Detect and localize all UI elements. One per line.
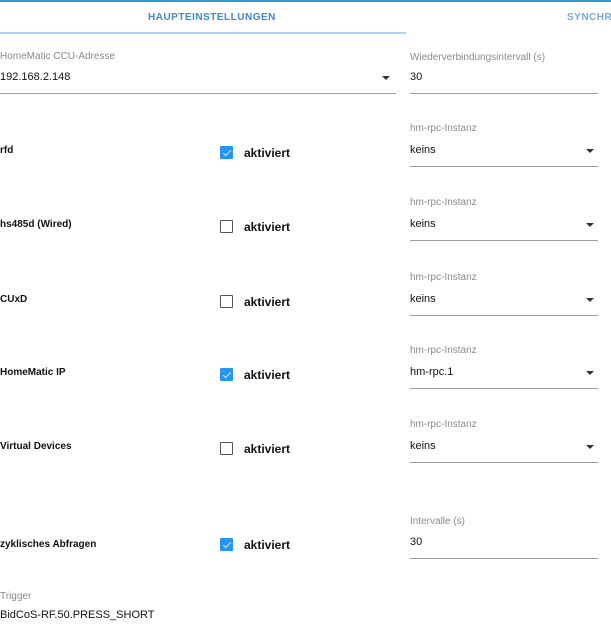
chevron-down-icon bbox=[586, 149, 594, 153]
chevron-down-icon bbox=[586, 445, 594, 449]
row-label: rfd bbox=[0, 145, 14, 156]
instance-select[interactable]: keins bbox=[410, 215, 598, 241]
reconnect-interval-value: 30 bbox=[410, 71, 423, 83]
reconnect-interval-input[interactable]: 30 bbox=[410, 68, 598, 94]
instance-value: keins bbox=[410, 293, 436, 305]
polling-label: zyklisches Abfragen bbox=[0, 539, 97, 550]
enable-checkbox-label: aktiviert bbox=[244, 146, 291, 160]
enable-checkbox[interactable] bbox=[220, 442, 233, 455]
instance-value: keins bbox=[410, 218, 436, 230]
polling-interval-label: Intervalle (s) bbox=[410, 516, 466, 527]
tab-synchro[interactable]: SYNCHRO bbox=[567, 12, 611, 23]
enable-checkbox[interactable] bbox=[220, 368, 233, 381]
tab-haupteinstellungen[interactable]: HAUPTEINSTELLUNGEN bbox=[148, 12, 276, 23]
instance-select[interactable]: keins bbox=[410, 437, 598, 463]
instance-select[interactable]: hm-rpc.1 bbox=[410, 363, 598, 389]
instance-label: hm-rpc-Instanz bbox=[410, 419, 477, 430]
ccu-address-label: HomeMatic CCU-Adresse bbox=[0, 51, 116, 62]
enable-checkbox-label: aktiviert bbox=[244, 368, 291, 382]
chevron-down-icon bbox=[586, 371, 594, 375]
instance-value: keins bbox=[410, 440, 436, 452]
chevron-down-icon bbox=[382, 76, 390, 80]
instance-label: hm-rpc-Instanz bbox=[410, 123, 477, 134]
instance-label: hm-rpc-Instanz bbox=[410, 345, 477, 356]
row-label: CUxD bbox=[0, 294, 28, 305]
instance-select[interactable]: keins bbox=[410, 290, 598, 316]
instance-select[interactable]: keins bbox=[410, 141, 598, 167]
instance-value: keins bbox=[410, 144, 436, 156]
reconnect-interval-label: Wiederverbindungsintervall (s) bbox=[410, 52, 546, 63]
trigger-value[interactable]: BidCoS-RF.50.PRESS_SHORT bbox=[0, 609, 154, 621]
instance-value: hm-rpc.1 bbox=[410, 366, 454, 378]
chevron-down-icon bbox=[586, 298, 594, 302]
row-label: HomeMatic IP bbox=[0, 367, 66, 378]
ccu-address-select[interactable]: 192.168.2.148 bbox=[0, 68, 396, 94]
enable-checkbox-label: aktiviert bbox=[244, 442, 291, 456]
polling-interval-input[interactable]: 30 bbox=[410, 533, 598, 559]
active-tab-indicator bbox=[0, 32, 406, 34]
trigger-label: Trigger bbox=[0, 591, 32, 602]
row-label: hs485d (Wired) bbox=[0, 219, 72, 230]
enable-checkbox[interactable] bbox=[220, 146, 233, 159]
polling-checkbox-label: aktiviert bbox=[244, 538, 291, 552]
instance-label: hm-rpc-Instanz bbox=[410, 272, 477, 283]
row-label: Virtual Devices bbox=[0, 441, 72, 452]
top-bar bbox=[0, 0, 611, 2]
ccu-address-value: 192.168.2.148 bbox=[0, 71, 71, 83]
enable-checkbox[interactable] bbox=[220, 220, 233, 233]
enable-checkbox[interactable] bbox=[220, 295, 233, 308]
enable-checkbox-label: aktiviert bbox=[244, 220, 291, 234]
enable-checkbox-label: aktiviert bbox=[244, 295, 291, 309]
chevron-down-icon bbox=[586, 223, 594, 227]
polling-interval-value: 30 bbox=[410, 536, 423, 548]
instance-label: hm-rpc-Instanz bbox=[410, 197, 477, 208]
polling-checkbox[interactable] bbox=[220, 538, 233, 551]
